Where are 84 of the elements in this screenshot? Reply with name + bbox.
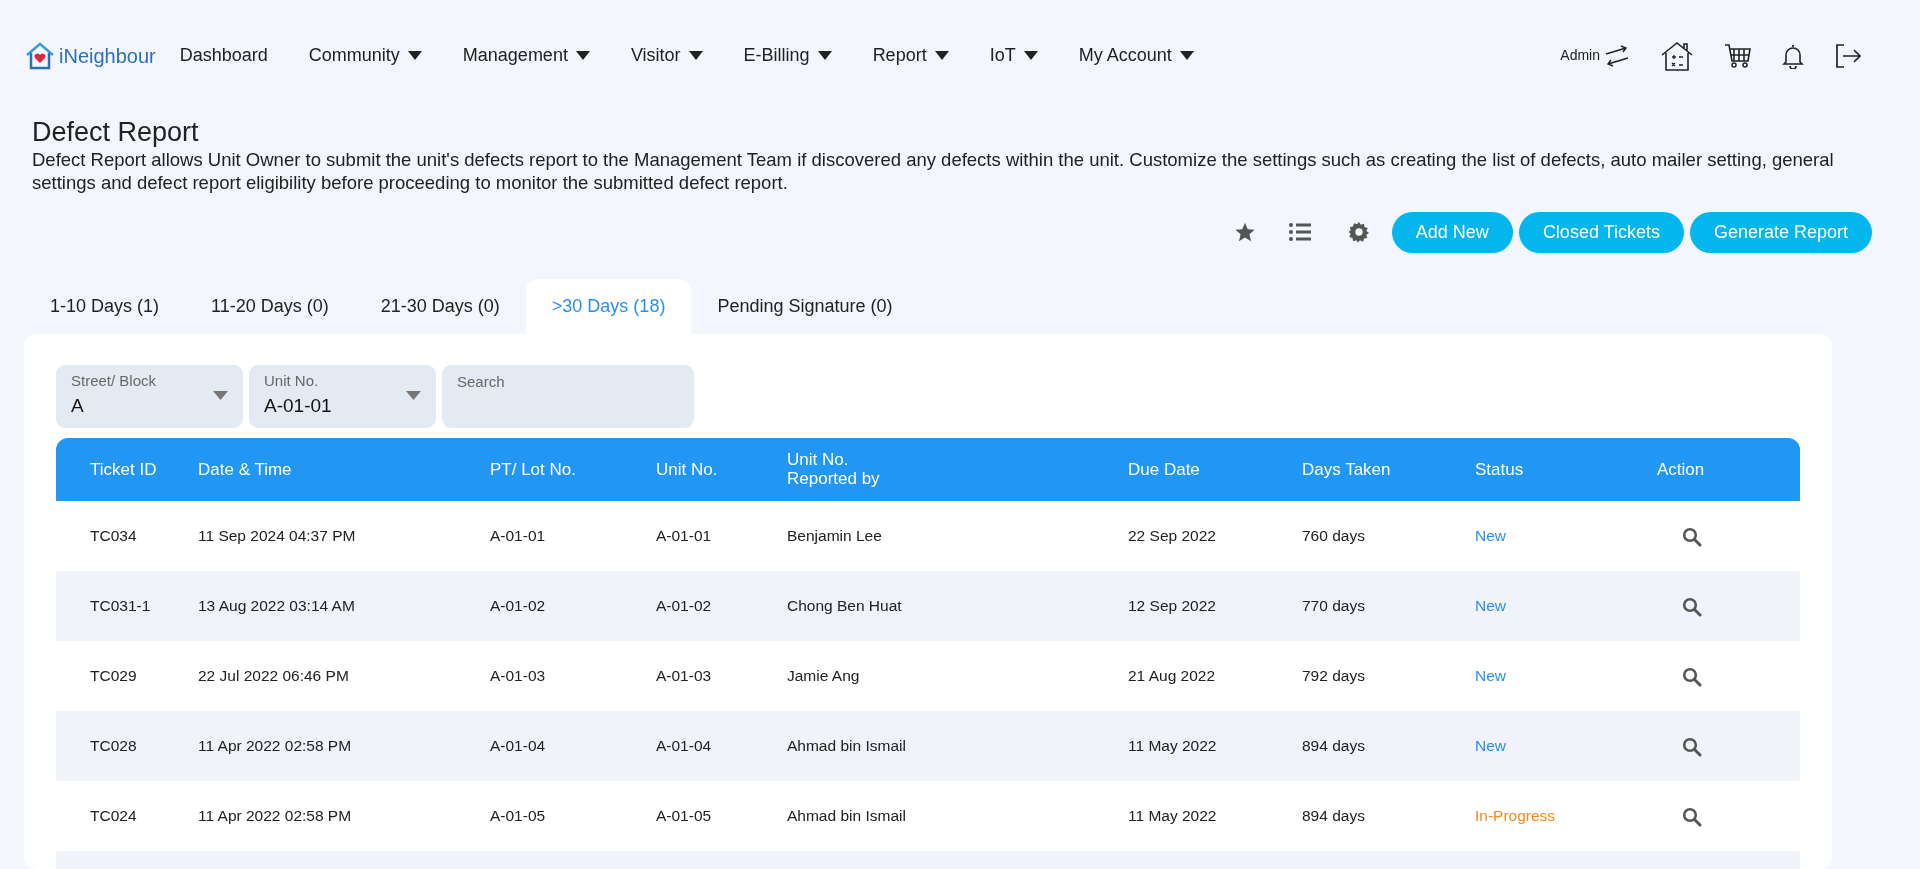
- table-cell-text: 11 May 2022: [1127, 806, 1218, 827]
- column-header: Ticket ID: [56, 437, 197, 501]
- table-cell-text: A-01-01: [489, 526, 547, 547]
- table-cell: A-01-04: [655, 710, 786, 781]
- nav-menu-item[interactable]: IoT: [989, 42, 1038, 70]
- table-cell-text: TC034: [89, 526, 138, 547]
- table-cell-text: A-01-05: [655, 806, 713, 827]
- search-icon[interactable]: [1682, 737, 1702, 758]
- table-cell-text: 22 Sep 2022: [1127, 526, 1217, 547]
- table-cell-text: Benjamin Lee: [786, 526, 883, 547]
- logout-icon[interactable]: [1834, 42, 1862, 69]
- search-icon[interactable]: [1682, 527, 1702, 548]
- status-text: New: [1474, 710, 1656, 781]
- column-header: Status: [1474, 437, 1656, 501]
- table-cell: TC031-1: [56, 570, 197, 641]
- status-text: New: [1474, 666, 1507, 687]
- table-cell: TC028: [56, 710, 197, 781]
- search-field[interactable]: Search: [442, 364, 694, 428]
- table-cell-text: 792 days: [1301, 666, 1366, 687]
- table-cell-text: A-01-03: [655, 666, 713, 687]
- table-cell: 11 Apr 2022 02:58 PM: [197, 710, 489, 781]
- nav-menu-item[interactable]: My Account: [1078, 42, 1194, 70]
- table-cell-text: Ahmad bin Ismail: [786, 806, 907, 827]
- nav-menu-item[interactable]: Community: [308, 42, 422, 70]
- table-cell-text: A-01-01: [655, 526, 713, 547]
- tab[interactable]: 11-20 Days (0): [185, 278, 355, 334]
- table-cell-text: 22 Jul 2022 06:46 PM: [197, 666, 350, 687]
- status-text: New: [1474, 570, 1656, 641]
- table-cell-text: TC029: [89, 666, 138, 687]
- table-cell-text: A-01-05: [489, 806, 547, 827]
- nav-menu-item[interactable]: Management: [462, 42, 590, 70]
- page-title: Defect Report: [32, 115, 200, 148]
- table-cell: 12 Sep 2022: [1127, 570, 1301, 641]
- nav-menu-item[interactable]: Visitor: [630, 42, 703, 70]
- settings-icon[interactable]: [1347, 221, 1370, 244]
- table-cell: Ahmad bin Ismail: [786, 710, 1127, 781]
- house-heart-logo-icon: [25, 41, 55, 70]
- column-header: Date & Time: [197, 437, 489, 501]
- status-text: New: [1474, 526, 1507, 547]
- column-header: Days Taken: [1301, 437, 1474, 501]
- table-cell-text: 760 days: [1301, 526, 1366, 547]
- nav-menu-item[interactable]: Dashboard: [179, 42, 268, 70]
- table-cell-text: 11 Sep 2024 04:37 PM: [197, 526, 357, 547]
- page-description: Defect Report allows Unit Owner to submit the unit's defects report to the Management Team if discovered any defects within the unit. Customize the settings such as creating the list of defects, auto mailer setting, general settings and defect report eligibility before proceeding to monitor the submitted defect report.: [32, 147, 1835, 194]
- user-name: Admin: [1560, 46, 1600, 66]
- column-header: PT/ Lot No.: [489, 437, 655, 501]
- table-cell-text: Jamie Ang: [786, 666, 861, 687]
- table-cell-text: A-01-03: [489, 666, 547, 687]
- table-cell: 770 days: [1301, 570, 1474, 641]
- table-cell: 11 May 2022: [1127, 710, 1301, 781]
- nav-menu-item[interactable]: Report: [872, 42, 949, 70]
- swap-arrows-icon[interactable]: [1604, 44, 1630, 67]
- column-header: Due Date: [1127, 437, 1301, 501]
- column-header: Action: [1656, 437, 1800, 501]
- caret-icon: [213, 390, 228, 400]
- dropdown-field[interactable]: Street/ Block A: [56, 364, 243, 428]
- list-icon[interactable]: [1287, 222, 1312, 243]
- tab[interactable]: 21-30 Days (0): [354, 278, 526, 334]
- star-icon[interactable]: [1233, 221, 1256, 244]
- bell-icon[interactable]: [1782, 42, 1804, 69]
- table-cell: A-01-02: [655, 570, 786, 641]
- search-icon[interactable]: [1682, 807, 1702, 828]
- status-text: In-Progress: [1474, 806, 1557, 827]
- search-icon[interactable]: [1682, 667, 1702, 688]
- house-calculator-icon[interactable]: [1660, 39, 1694, 72]
- column-header: Unit No. Reported by: [786, 437, 1127, 501]
- dropdown-field[interactable]: Unit No. A-01-01: [249, 364, 436, 428]
- table-cell-text: 11 Apr 2022 02:58 PM: [197, 806, 353, 827]
- tab[interactable]: Pending Signature (0): [691, 278, 919, 334]
- caret-icon: [406, 390, 421, 400]
- table-cell-text: 21 Aug 2022: [1127, 666, 1217, 687]
- table-cell-text: 894 days: [1301, 806, 1366, 827]
- search-icon[interactable]: [1682, 597, 1702, 618]
- table-cell: Chong Ben Huat: [786, 570, 1127, 641]
- brand-name: iNeighbour: [59, 43, 156, 69]
- table-cell: 894 days: [1301, 710, 1474, 781]
- table-cell: A-01-02: [489, 570, 655, 641]
- table-cell: 13 Aug 2022 03:14 AM: [197, 570, 489, 641]
- shopping-cart-icon[interactable]: [1724, 42, 1752, 69]
- tab[interactable]: 1-10 Days (1): [24, 278, 186, 334]
- nav-menu-item[interactable]: E-Billing: [743, 42, 832, 70]
- table-cell-text: TC024: [89, 806, 138, 827]
- table-cell: A-01-04: [489, 710, 655, 781]
- column-header: Unit No.: [655, 437, 786, 501]
